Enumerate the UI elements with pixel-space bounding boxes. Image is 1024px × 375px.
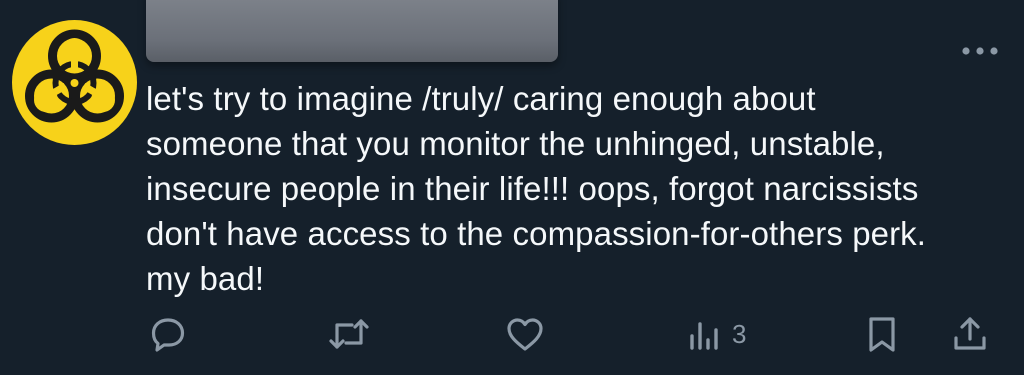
bookmark-button[interactable] [862,310,902,358]
more-options-button[interactable] [952,36,1008,66]
analytics-icon [690,322,718,350]
reply-icon [151,318,185,352]
views-button[interactable]: 3 [686,310,746,358]
retweet-button[interactable] [326,310,372,358]
retweet-icon [329,319,369,349]
more-dots-icon [962,47,998,55]
like-button[interactable] [504,310,546,358]
tweet[interactable]: let's try to imagine /truly/ caring enou… [0,0,1024,375]
attached-media-blurred[interactable] [146,0,558,62]
views-count: 3 [732,318,747,349]
heart-icon [507,318,543,351]
tweet-text: let's try to imagine /truly/ caring enou… [146,80,927,297]
bookmark-icon [869,317,895,352]
reply-button[interactable] [148,310,188,358]
avatar[interactable] [12,20,137,145]
biohazard-icon [25,29,124,123]
action-bar: 3 [0,310,1024,360]
share-button[interactable] [950,310,990,358]
share-icon [954,317,986,350]
